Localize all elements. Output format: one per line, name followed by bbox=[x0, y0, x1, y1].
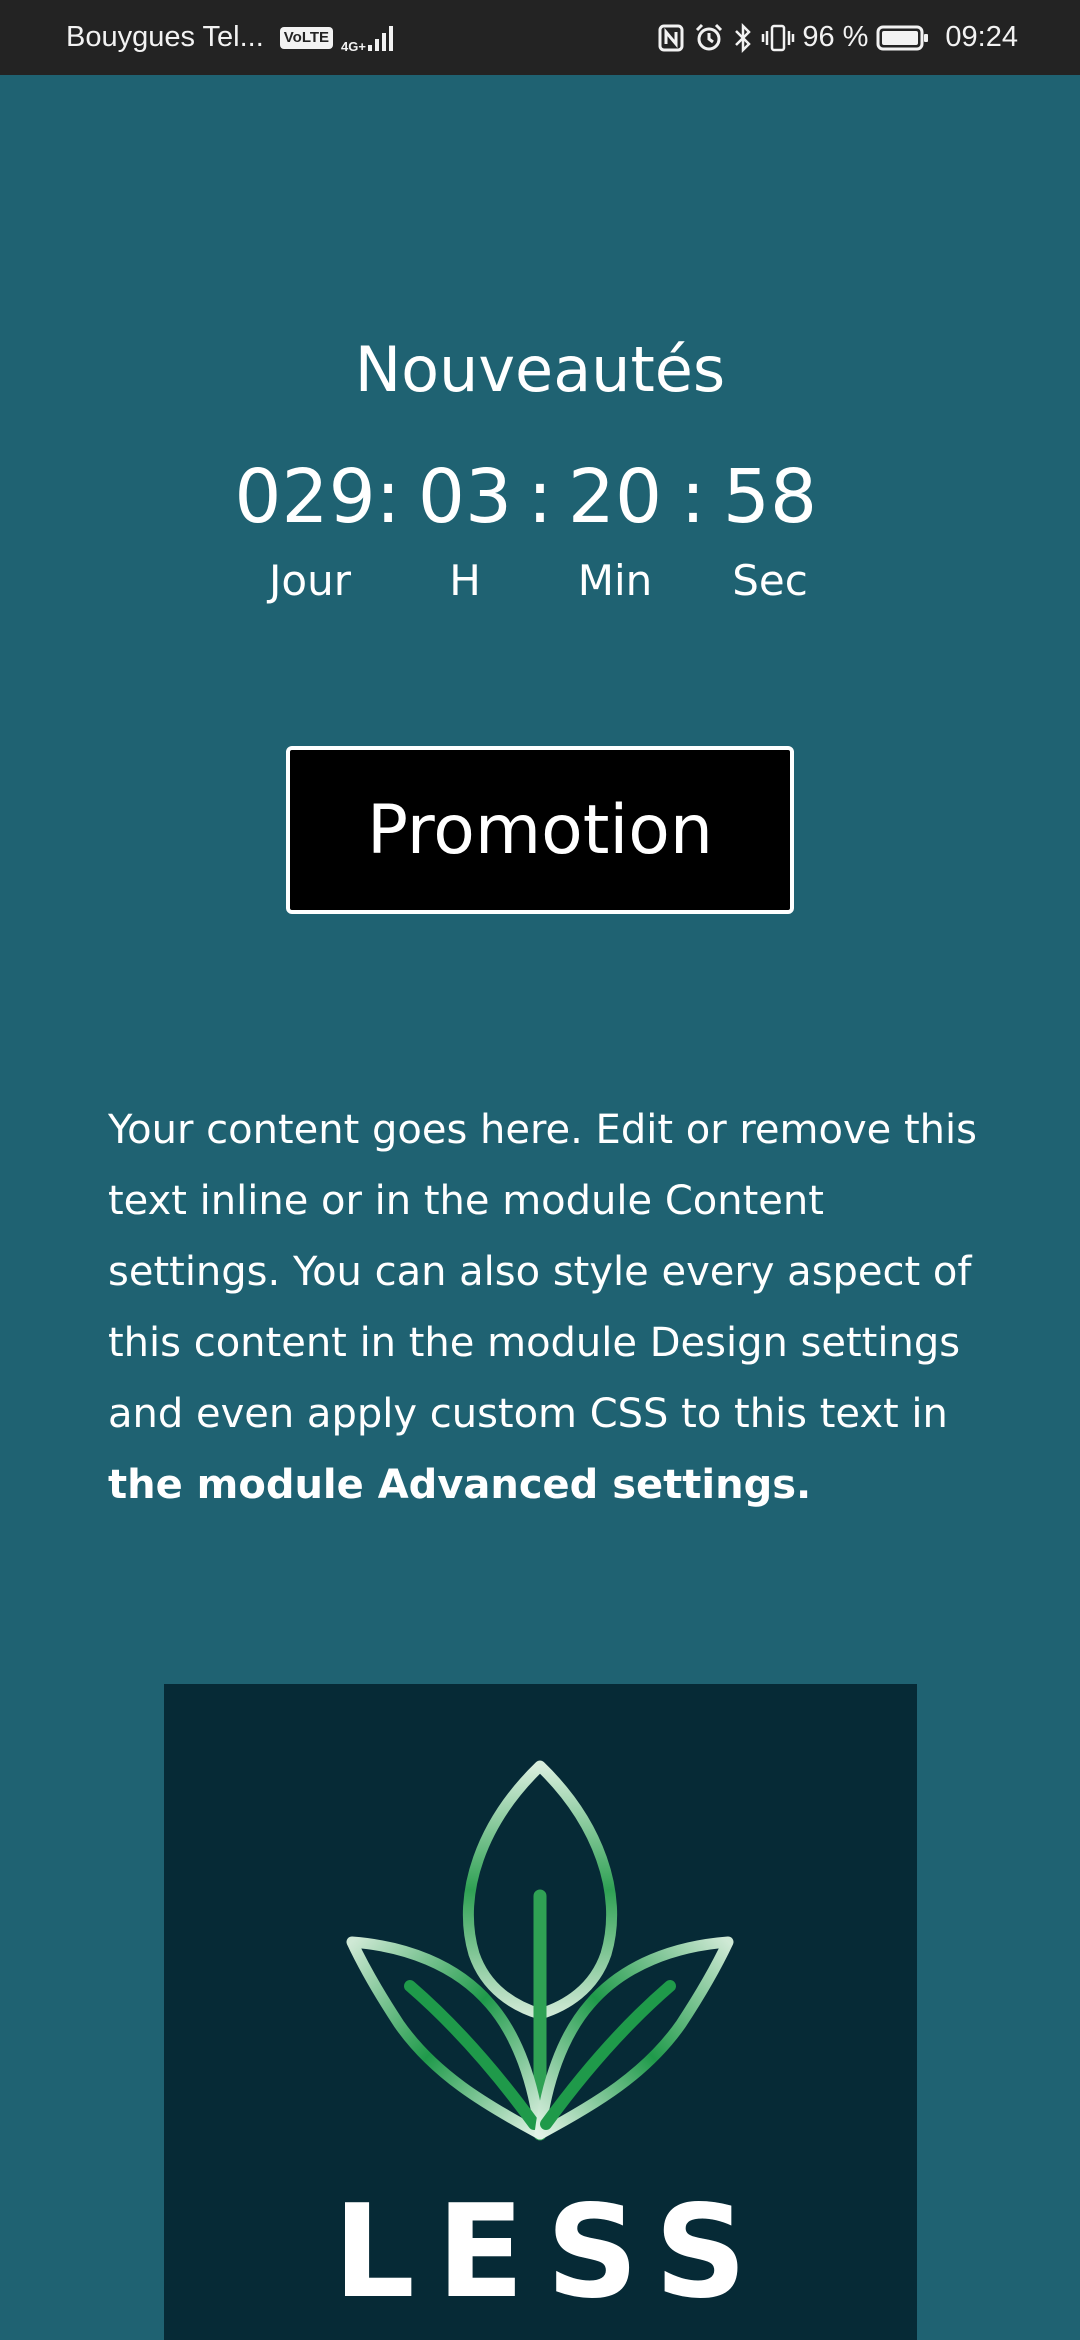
status-left: Bouygues Tel... VoLTE 4G+ bbox=[66, 21, 396, 54]
content-text-bold: the module Advanced settings. bbox=[108, 1462, 812, 1508]
countdown-days-label: Jour bbox=[269, 556, 351, 605]
promotion-button[interactable]: Promotion bbox=[286, 746, 794, 914]
carrier-name: Bouygues Tel... bbox=[66, 21, 264, 53]
battery-icon bbox=[876, 23, 930, 53]
nfc-icon bbox=[656, 23, 686, 53]
countdown-minutes: 20 bbox=[567, 454, 663, 540]
countdown-separator: : bbox=[680, 454, 706, 540]
network-type: 4G+ bbox=[341, 39, 366, 54]
countdown-hours-label: H bbox=[449, 556, 481, 605]
alarm-icon bbox=[693, 22, 725, 54]
bluetooth-icon bbox=[732, 22, 754, 54]
battery-percent: 96 % bbox=[802, 21, 869, 53]
countdown-seconds-label: Sec bbox=[732, 556, 808, 605]
page-title: Nouveautés bbox=[354, 333, 726, 406]
countdown-days: 029: bbox=[234, 454, 401, 540]
countdown-minutes-label: Min bbox=[577, 556, 653, 605]
content-text: Your content goes here. Edit or remove t… bbox=[108, 1095, 988, 1521]
volte-badge: VoLTE bbox=[279, 26, 334, 49]
clock: 09:24 bbox=[945, 21, 1018, 53]
countdown-timer: 029: 03 : 20 : 58 Jour H Min Sec bbox=[0, 452, 1080, 605]
countdown-hours: 03 bbox=[417, 454, 513, 540]
vibrate-icon bbox=[761, 23, 795, 53]
countdown-separator: : bbox=[527, 454, 553, 540]
logo-wordmark: LESS bbox=[333, 2178, 769, 2327]
status-bar: Bouygues Tel... VoLTE 4G+ 96 % 09:24 bbox=[0, 0, 1080, 75]
status-right: 96 % 09:24 bbox=[656, 21, 1018, 54]
content-text-plain: Your content goes here. Edit or remove t… bbox=[108, 1107, 977, 1437]
countdown-seconds: 58 bbox=[722, 454, 818, 540]
signal-icon bbox=[366, 23, 396, 53]
